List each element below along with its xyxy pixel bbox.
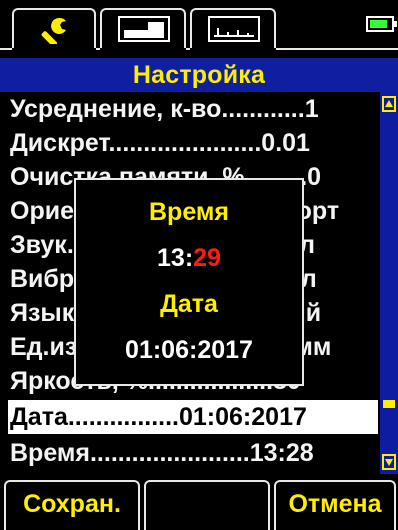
menu-item-date[interactable]: Дата................01:06:2017 [8, 400, 378, 434]
tab-underline-gap1 [96, 48, 100, 50]
popup-date-value[interactable]: 01:06:2017 [76, 336, 302, 365]
page-header: Настройка [0, 58, 398, 92]
popup-date-label: Дата [160, 290, 218, 318]
popup-time-label: Время [149, 198, 229, 226]
tab-underline-right [276, 48, 398, 50]
softkey-bar: Сохран. Отмена [0, 474, 398, 530]
menu-item-resolution[interactable]: Дискрет......................0.01 [8, 126, 378, 160]
graph-display-icon [118, 16, 170, 47]
menu-item-time[interactable]: Время.......................13:28 [8, 436, 378, 470]
time-separator: : [184, 244, 194, 272]
popup-time-value[interactable]: 13:29 [76, 244, 302, 273]
scroll-up-arrow-icon[interactable] [382, 96, 396, 112]
middle-softkey[interactable] [144, 480, 270, 530]
page-title: Настройка [132, 61, 266, 89]
time-minutes[interactable]: 29 [193, 244, 221, 272]
save-button[interactable]: Сохран. [4, 480, 140, 530]
cancel-button[interactable]: Отмена [274, 480, 396, 530]
tab-underline-gap2 [186, 48, 190, 50]
scrollbar-thumb[interactable] [383, 400, 395, 408]
tab-bar [0, 0, 398, 58]
battery-icon [366, 14, 398, 34]
tab-histogram-display[interactable] [190, 8, 276, 48]
histogram-display-icon [208, 16, 260, 47]
scroll-down-arrow-icon[interactable] [382, 454, 396, 470]
wrench-icon [40, 16, 70, 49]
scrollbar[interactable] [380, 92, 398, 474]
tab-graph-display[interactable] [100, 8, 186, 48]
tab-underline-left [0, 48, 12, 50]
time-hours[interactable]: 13 [157, 244, 185, 272]
tab-settings[interactable] [12, 8, 96, 48]
datetime-popup: Время 13:29 Дата 01:06:2017 [74, 178, 304, 386]
menu-item-averaging[interactable]: Усреднение, к-во............1 [8, 92, 378, 126]
